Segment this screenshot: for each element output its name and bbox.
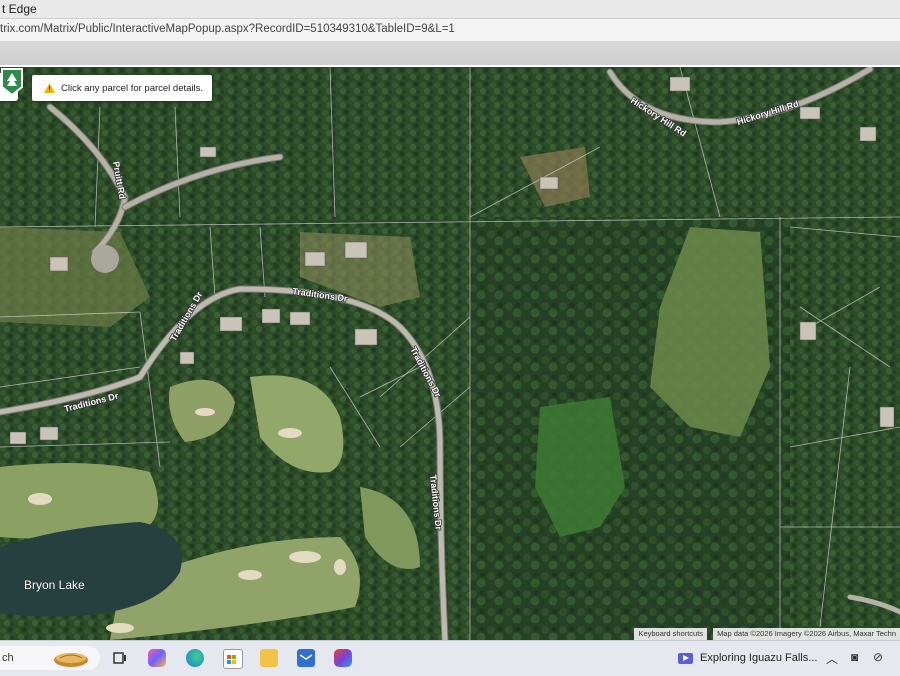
- parcel-hint-text: Click any parcel for parcel details.: [61, 82, 204, 94]
- cul-de-sac: [91, 245, 119, 273]
- now-playing-title: Exploring Iguazu Falls...: [700, 652, 818, 664]
- office-icon[interactable]: [334, 649, 352, 667]
- satellite-map[interactable]: Bryon Lake Hickory Hill Rd Hickory Hill …: [0, 67, 900, 640]
- tree-marker-icon[interactable]: [0, 67, 24, 97]
- camera-icon[interactable]: ◙: [851, 650, 858, 664]
- keyboard-shortcuts-link[interactable]: Keyboard shortcuts: [634, 628, 708, 640]
- video-icon: [678, 652, 693, 664]
- map-attribution: Keyboard shortcuts Map data ©2026 Imager…: [628, 628, 900, 640]
- task-view-icon[interactable]: [111, 649, 129, 667]
- chevron-up-icon[interactable]: ︿: [826, 650, 838, 667]
- warning-icon: [44, 83, 55, 93]
- mail-icon[interactable]: [297, 649, 315, 667]
- network-icon[interactable]: ⊘: [873, 650, 883, 664]
- taskbar-search[interactable]: ch: [0, 646, 100, 670]
- address-url[interactable]: trix.com/Matrix/Public/InteractiveMapPop…: [0, 23, 455, 35]
- taskbar-search-text: ch: [2, 652, 14, 664]
- now-playing-item[interactable]: Exploring Iguazu Falls...: [678, 649, 817, 667]
- edge-icon[interactable]: [186, 649, 204, 667]
- parcel-hint-box: Click any parcel for parcel details.: [32, 75, 212, 101]
- store-icon[interactable]: [223, 649, 243, 669]
- window-title-bar: t Edge: [0, 0, 900, 19]
- lake-label: Bryon Lake: [24, 578, 85, 592]
- window-title: t Edge: [2, 2, 37, 16]
- pie-icon: [54, 653, 88, 667]
- windows-taskbar: ch Exploring Iguazu Falls... ︿ ◙ ⊘: [0, 640, 900, 676]
- address-bar[interactable]: trix.com/Matrix/Public/InteractiveMapPop…: [0, 19, 900, 41]
- browser-toolbar-strip: [0, 41, 900, 67]
- copilot-icon[interactable]: [148, 649, 166, 667]
- file-explorer-icon[interactable]: [260, 649, 278, 667]
- map-data-credit: Map data ©2026 Imagery ©2026 Airbus, Max…: [713, 628, 900, 640]
- map-imagery[interactable]: Bryon Lake Hickory Hill Rd Hickory Hill …: [0, 67, 900, 640]
